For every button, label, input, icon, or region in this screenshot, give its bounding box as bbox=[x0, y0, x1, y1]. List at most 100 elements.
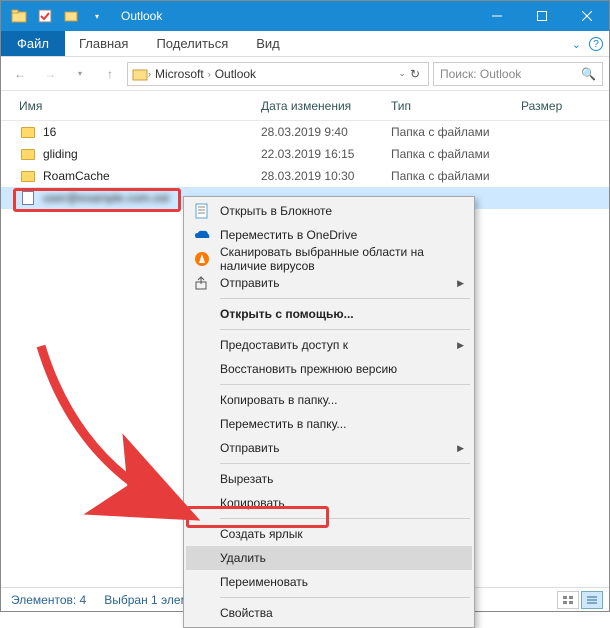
list-item[interactable]: 1628.03.2019 9:40Папка с файлами bbox=[1, 121, 609, 143]
file-icon bbox=[19, 190, 37, 206]
tab-view[interactable]: Вид bbox=[242, 31, 294, 56]
menu-item[interactable]: Сканировать выбранные области на наличие… bbox=[186, 247, 472, 271]
close-button[interactable] bbox=[564, 1, 609, 31]
menu-item[interactable]: Переименовать bbox=[186, 570, 472, 594]
refresh-icon[interactable]: ↻ bbox=[406, 67, 424, 81]
menu-item-label: Отправить bbox=[220, 276, 280, 290]
avast-icon bbox=[193, 250, 211, 268]
column-size[interactable]: Размер bbox=[521, 99, 609, 113]
file-name: gliding bbox=[43, 147, 261, 161]
menu-item-label: Создать ярлык bbox=[220, 527, 303, 541]
menu-item-label: Переместить в папку... bbox=[220, 417, 346, 431]
menu-item[interactable]: Открыть с помощью... bbox=[186, 302, 472, 326]
recent-dropdown-icon[interactable]: ▾ bbox=[67, 61, 93, 87]
file-date: 28.03.2019 10:30 bbox=[261, 169, 391, 183]
menu-separator bbox=[220, 329, 470, 330]
menu-item[interactable]: Предоставить доступ к ▶ bbox=[186, 333, 472, 357]
folder-icon bbox=[7, 4, 31, 28]
menu-item-label: Сканировать выбранные области на наличие… bbox=[220, 245, 472, 273]
file-type: Папка с файлами bbox=[391, 147, 521, 161]
menu-item-label: Восстановить прежнюю версию bbox=[220, 362, 397, 376]
tab-home[interactable]: Главная bbox=[65, 31, 142, 56]
menu-separator bbox=[220, 597, 470, 598]
menu-item[interactable]: Переместить в папку... bbox=[186, 412, 472, 436]
qat-dropdown-icon[interactable]: ▾ bbox=[85, 4, 109, 28]
file-type: Папка с файлами bbox=[391, 169, 521, 183]
menu-item[interactable]: Переместить в OneDrive bbox=[186, 223, 472, 247]
file-date: 22.03.2019 16:15 bbox=[261, 147, 391, 161]
status-element-count: Элементов: 4 bbox=[11, 593, 86, 607]
folder-icon bbox=[19, 168, 37, 184]
titlebar: ▾ Outlook bbox=[1, 1, 609, 31]
menu-item-label: Отправить bbox=[220, 441, 280, 455]
menu-item-label: Вырезать bbox=[220, 472, 273, 486]
column-name[interactable]: Имя bbox=[1, 99, 261, 113]
file-type: Папка с файлами bbox=[391, 125, 521, 139]
context-menu: Открыть в Блокноте Переместить в OneDrive… bbox=[183, 196, 475, 628]
column-type[interactable]: Тип bbox=[391, 99, 521, 113]
list-item[interactable]: gliding22.03.2019 16:15Папка с файлами bbox=[1, 143, 609, 165]
column-headers: Имя Дата изменения Тип Размер bbox=[1, 91, 609, 121]
ribbon-tabs: Файл Главная Поделиться Вид ⌄ ? bbox=[1, 31, 609, 57]
up-button[interactable]: ↑ bbox=[97, 61, 123, 87]
window-controls bbox=[474, 1, 609, 31]
breadcrumb-segment[interactable]: Microsoft bbox=[151, 67, 208, 81]
search-placeholder: Поиск: Outlook bbox=[440, 67, 521, 81]
minimize-button[interactable] bbox=[474, 1, 519, 31]
file-name: 16 bbox=[43, 125, 261, 139]
view-details-button[interactable] bbox=[581, 591, 603, 609]
folder-small-icon[interactable] bbox=[59, 4, 83, 28]
menu-item-label: Свойства bbox=[220, 606, 273, 620]
menu-separator bbox=[220, 298, 470, 299]
folder-icon bbox=[19, 146, 37, 162]
file-date: 28.03.2019 9:40 bbox=[261, 125, 391, 139]
ribbon-expand-icon[interactable]: ⌄ bbox=[572, 38, 581, 51]
help-icon[interactable]: ? bbox=[589, 37, 603, 51]
search-input[interactable]: Поиск: Outlook 🔍 bbox=[433, 62, 603, 86]
menu-item[interactable]: Свойства bbox=[186, 601, 472, 625]
onedrive-icon bbox=[193, 226, 211, 244]
forward-button[interactable]: → bbox=[37, 61, 63, 87]
properties-icon[interactable] bbox=[33, 4, 57, 28]
column-date[interactable]: Дата изменения bbox=[261, 99, 391, 113]
view-thumbnails-button[interactable] bbox=[557, 591, 579, 609]
menu-item[interactable]: Создать ярлык bbox=[186, 522, 472, 546]
menu-item-label: Копировать bbox=[220, 496, 285, 510]
menu-item[interactable]: Отправить ▶ bbox=[186, 436, 472, 460]
address-bar: ← → ▾ ↑ › Microsoft › Outlook ⌄ ↻ Поиск:… bbox=[1, 57, 609, 91]
menu-item-label: Переименовать bbox=[220, 575, 308, 589]
menu-item-label: Удалить bbox=[220, 551, 266, 565]
list-item[interactable]: RoamCache28.03.2019 10:30Папка с файлами bbox=[1, 165, 609, 187]
maximize-button[interactable] bbox=[519, 1, 564, 31]
menu-item[interactable]: Отправить ▶ bbox=[186, 271, 472, 295]
search-icon[interactable]: 🔍 bbox=[581, 67, 596, 81]
window-title: Outlook bbox=[109, 9, 474, 23]
submenu-indicator-icon: ▶ bbox=[457, 443, 464, 454]
menu-separator bbox=[220, 518, 470, 519]
menu-item-label: Переместить в OneDrive bbox=[220, 228, 357, 242]
menu-item[interactable]: Копировать bbox=[186, 491, 472, 515]
menu-item-label: Открыть в Блокноте bbox=[220, 204, 332, 218]
address-input[interactable]: › Microsoft › Outlook ⌄ ↻ bbox=[127, 62, 429, 86]
tab-share[interactable]: Поделиться bbox=[142, 31, 242, 56]
submenu-indicator-icon: ▶ bbox=[457, 340, 464, 351]
menu-item[interactable]: Удалить bbox=[186, 546, 472, 570]
notepad-icon bbox=[193, 202, 211, 220]
annotation-arrow bbox=[26, 331, 206, 531]
breadcrumb-segment[interactable]: Outlook bbox=[211, 67, 260, 81]
folder-icon bbox=[19, 124, 37, 140]
menu-item-label: Копировать в папку... bbox=[220, 393, 338, 407]
tab-file[interactable]: Файл bbox=[1, 31, 65, 56]
folder-icon bbox=[132, 67, 148, 81]
menu-item[interactable]: Открыть в Блокноте bbox=[186, 199, 472, 223]
menu-item[interactable]: Копировать в папку... bbox=[186, 388, 472, 412]
menu-separator bbox=[220, 463, 470, 464]
share-icon bbox=[193, 274, 211, 292]
back-button[interactable]: ← bbox=[7, 61, 33, 87]
menu-item[interactable]: Вырезать bbox=[186, 467, 472, 491]
submenu-indicator-icon: ▶ bbox=[457, 278, 464, 289]
menu-item[interactable]: Восстановить прежнюю версию bbox=[186, 357, 472, 381]
address-dropdown-icon[interactable]: ⌄ bbox=[398, 68, 406, 79]
menu-separator bbox=[220, 384, 470, 385]
menu-item-label: Предоставить доступ к bbox=[220, 338, 348, 352]
